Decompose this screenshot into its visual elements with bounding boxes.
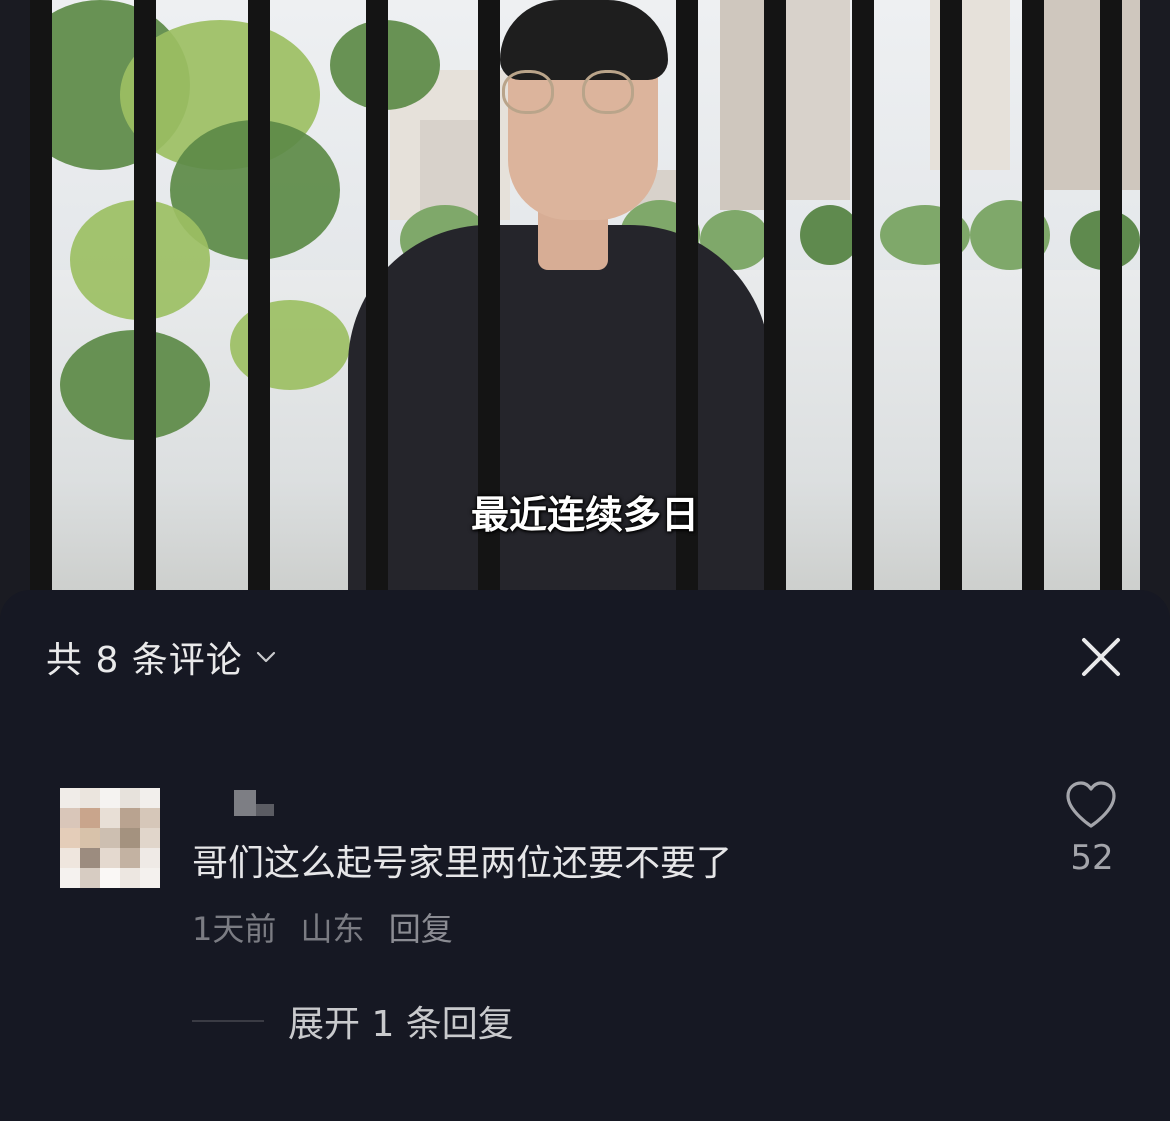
heart-outline-icon[interactable] [1064,780,1118,830]
username-redacted[interactable] [196,790,280,816]
comment-time: 1天前 [192,910,277,948]
avatar[interactable] [60,788,160,888]
close-icon[interactable] [1078,634,1124,680]
comments-sheet: 共 8 条评论 哥们这么起号家里两位还要不要了 1天前 山东 回复 52 展开 … [0,590,1170,1121]
comment-text: 哥们这么起号家里两位还要不要了 [192,843,733,884]
comment-meta: 1天前 山东 回复 [192,904,467,950]
video-subtitle: 最近连续多日 [470,493,699,537]
comment-location: 山东 [300,910,365,948]
comment-count-title: 共 8 条评论 [46,640,243,681]
chevron-down-icon[interactable] [253,644,279,670]
comment-item[interactable]: 哥们这么起号家里两位还要不要了 1天前 山东 回复 52 [0,780,1170,1040]
expand-replies-label: 展开 1 条回复 [288,1004,514,1045]
reply-button[interactable]: 回复 [389,910,453,948]
divider-line [192,1020,264,1022]
like-count: 52 [1070,838,1114,878]
video-player[interactable]: 最近连续多日 [0,0,1170,620]
expand-replies-button[interactable]: 展开 1 条回复 [192,996,514,1046]
comments-header[interactable]: 共 8 条评论 [46,632,279,682]
